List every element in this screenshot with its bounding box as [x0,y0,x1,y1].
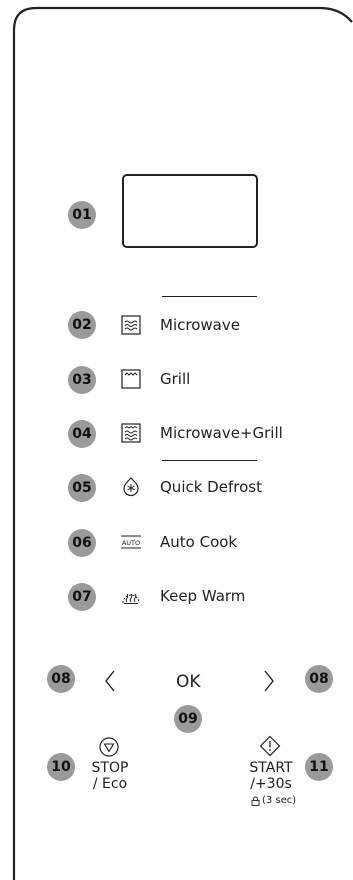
lock-icon [251,796,260,806]
callout-08-right: 08 [305,665,333,693]
callout-10: 10 [47,753,75,781]
callout-01: 01 [68,201,96,229]
callout-03: 03 [68,366,96,394]
mode-label-quick-defrost: Quick Defrost [160,478,262,496]
mode-label-microwave: Microwave [160,316,240,334]
callout-07: 07 [68,583,96,611]
child-lock-note: (3 sec) [251,795,296,806]
callout-05: 05 [68,474,96,502]
separator-top [162,296,257,297]
start-icon[interactable] [259,735,281,757]
mode-label-keep-warm: Keep Warm [160,587,246,605]
eco-label: / Eco [92,776,128,792]
mode-label-grill: Grill [160,370,191,388]
quick-defrost-icon[interactable] [120,476,142,498]
auto-cook-icon[interactable]: AUTO [120,531,142,553]
callout-02: 02 [68,311,96,339]
callout-11: 11 [305,753,333,781]
keep-warm-icon[interactable] [120,585,142,607]
start-button[interactable]: START /+30s [246,760,296,792]
chevron-left-icon[interactable] [98,666,122,696]
stop-label: STOP [91,760,129,776]
callout-09: 09 [174,705,202,733]
start-label: START [249,760,293,776]
microwave-grill-icon[interactable] [120,422,142,444]
ok-button[interactable]: OK [176,672,201,692]
callout-08-left: 08 [47,665,75,693]
plus-30s-label: /+30s [250,776,292,792]
stop-eco-button[interactable]: STOP / Eco [88,760,132,792]
svg-text:AUTO: AUTO [122,539,140,547]
microwave-icon[interactable] [120,314,142,336]
chevron-right-icon[interactable] [257,666,281,696]
mode-label-auto-cook: Auto Cook [160,533,238,551]
lock-note-text: (3 sec) [262,795,297,806]
grill-icon[interactable] [120,368,142,390]
separator-middle [162,460,257,461]
callout-06: 06 [68,529,96,557]
stop-eco-icon[interactable] [98,736,120,758]
display-window [122,174,258,248]
callout-04: 04 [68,420,96,448]
mode-label-microwave-grill: Microwave+Grill [160,424,283,442]
